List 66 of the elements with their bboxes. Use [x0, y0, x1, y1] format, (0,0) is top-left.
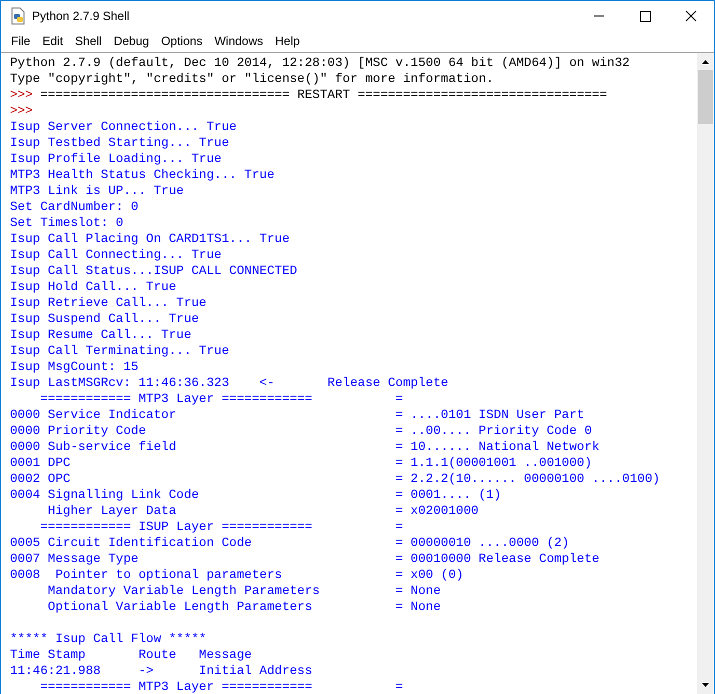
menu-item[interactable]: Debug — [108, 34, 156, 48]
output-line: Higher Layer Data — [46, 503, 178, 519]
python-file-icon — [10, 7, 26, 25]
output-value: = ..00.... Priority Code 0 — [395, 423, 592, 439]
scroll-thumb[interactable] — [698, 70, 713, 124]
output-line: Isup MsgCount: 15 — [10, 359, 138, 375]
menu-item[interactable]: Edit — [36, 34, 70, 48]
output-line: Isup LastMSGRcv: 11:46:36.323 <- Release Complete — [10, 375, 448, 391]
menu-item[interactable]: File — [5, 34, 36, 48]
output-line: Isup Call Terminating... True — [10, 343, 230, 359]
output-line: Set CardNumber: 0 — [10, 199, 138, 215]
prompt-marker: >>> — [10, 103, 33, 119]
output-value: = 00000010 ....0000 (2) — [395, 535, 570, 551]
scrollbar[interactable] — [697, 53, 714, 694]
output-line: Python 2.7.9 (default, Dec 10 2014, 12:28:03) [MSC v.1500 64 bit (AMD64)] on win32 — [10, 55, 630, 71]
output-line: Isup Suspend Call... True — [10, 311, 199, 327]
output-line: Isup Profile Loading... True — [10, 151, 222, 167]
output-line: 0000 Sub-service field — [10, 439, 178, 455]
menu-item[interactable]: Shell — [69, 34, 108, 48]
output-line: Isup Retrieve Call... True — [10, 295, 206, 311]
output-value: = x02001000 — [395, 503, 479, 519]
output-value: = — [395, 391, 403, 407]
output-line: Isup Call Connecting... True — [10, 247, 222, 263]
output-value: = 00010000 Release Complete — [395, 551, 600, 567]
output-value: = 10...... National Network — [395, 439, 600, 455]
output-value: = 1.1.1(00001001 ..001000) — [395, 455, 592, 471]
output-line: 0007 Message Type — [10, 551, 140, 567]
output-value: = 2.2.2(10...... 00000100 ....0100) — [395, 471, 660, 487]
output-line: ***** Isup Call Flow ***** — [10, 631, 206, 647]
output-line: ============ ISUP Layer ============ — [39, 519, 314, 535]
output-line: Isup Call Status...ISUP CALL CONNECTED — [10, 263, 298, 279]
output-line: Type "copyright", "credits" or "license()" for more information. — [10, 71, 494, 87]
output-line: Set Timeslot: 0 — [10, 215, 124, 231]
output-value: = None — [395, 599, 441, 615]
output-line: Isup Server Connection... True — [10, 119, 237, 135]
output-line: ============ MTP3 Layer ============ — [39, 679, 314, 694]
menu-item[interactable]: Windows — [208, 34, 270, 48]
output-line: ============ MTP3 Layer ============ — [39, 391, 314, 407]
window-title: Python 2.7.9 Shell — [32, 9, 130, 23]
menu-item[interactable]: Help — [269, 34, 306, 48]
output-line: 0002 OPC — [10, 471, 72, 487]
output-line: 0008 Pointer to optional parameters — [10, 567, 284, 583]
output-line: 0001 DPC — [10, 455, 72, 471]
output-value: = — [395, 679, 403, 694]
output-line: Isup Testbed Starting... True — [10, 135, 230, 151]
output-line: Isup Hold Call... True — [10, 279, 176, 295]
output-line: 0004 Signalling Link Code — [10, 487, 200, 503]
restart-line: ================================= RESTART ================================= — [40, 87, 608, 103]
output-line: Isup Resume Call... True — [10, 327, 192, 343]
output-line: Isup Call Placing On CARD1TS1... True — [10, 231, 290, 247]
output-line: 0000 Priority Code — [10, 423, 148, 439]
output-value: = ....0101 ISDN User Part — [395, 407, 584, 423]
output-line: Optional Variable Length Parameters — [46, 599, 314, 615]
output-line: 0005 Circuit Identification Code — [10, 535, 253, 551]
output-value: = x00 (0) — [395, 567, 464, 583]
prompt-marker: >>> — [10, 87, 33, 103]
menu-item[interactable]: Options — [155, 34, 208, 48]
output-line: Time Stamp Route Message — [10, 647, 252, 663]
output-value: = None — [395, 583, 441, 599]
output-line: MTP3 Link is UP... True — [10, 183, 184, 199]
output-line: Mandatory Variable Length Parameters — [46, 583, 321, 599]
output-line: 0000 Service Indicator — [10, 407, 178, 423]
output-value: = 0001.... (1) — [395, 487, 502, 503]
output-value: = — [395, 519, 403, 535]
output-line: MTP3 Health Status Checking... True — [10, 167, 275, 183]
output-line: 11:46:21.988 -> Initial Address — [10, 663, 312, 679]
